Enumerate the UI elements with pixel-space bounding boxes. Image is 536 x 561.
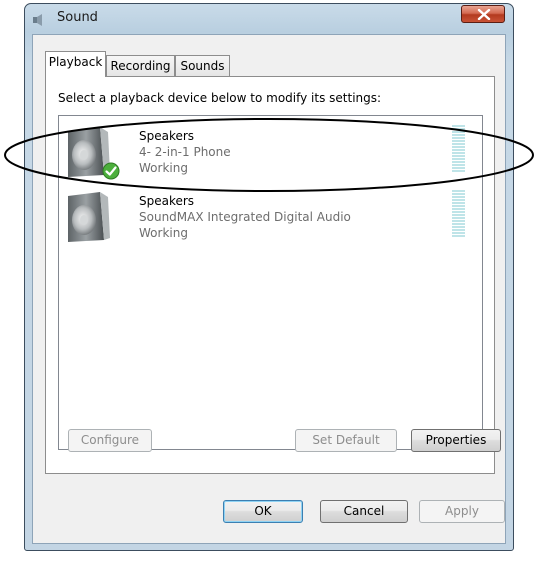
device-status: Working bbox=[139, 226, 188, 240]
device-list[interactable]: Speakers 4- 2-in-1 Phone Working Speaker… bbox=[58, 115, 483, 450]
list-item[interactable]: Speakers SoundMAX Integrated Digital Aud… bbox=[59, 187, 482, 251]
tab-recording[interactable]: Recording bbox=[106, 55, 175, 77]
device-status: Working bbox=[139, 161, 188, 175]
check-badge-icon bbox=[102, 162, 120, 180]
properties-button[interactable]: Properties bbox=[411, 429, 501, 452]
playback-panel: Select a playback device below to modify… bbox=[45, 76, 501, 474]
window-title: Sound bbox=[57, 10, 98, 25]
dialog-client-area: Playback Recording Sounds Select a playb… bbox=[32, 34, 506, 544]
apply-button[interactable]: Apply bbox=[419, 500, 505, 523]
device-text: Speakers SoundMAX Integrated Digital Aud… bbox=[139, 193, 351, 241]
sound-dialog: Sound Playback Recording Sounds Select a… bbox=[24, 3, 514, 551]
tab-sounds[interactable]: Sounds bbox=[175, 55, 230, 77]
cancel-button[interactable]: Cancel bbox=[320, 500, 408, 523]
level-meter bbox=[452, 190, 465, 240]
level-meter bbox=[452, 125, 465, 175]
speaker-icon bbox=[68, 192, 110, 242]
device-text: Speakers 4- 2-in-1 Phone Working bbox=[139, 128, 231, 176]
configure-button[interactable]: Configure bbox=[68, 429, 152, 452]
title-bar[interactable]: Sound bbox=[25, 4, 513, 34]
device-description: SoundMAX Integrated Digital Audio bbox=[139, 210, 351, 224]
set-default-button[interactable]: Set Default bbox=[295, 429, 397, 452]
tab-playback[interactable]: Playback bbox=[45, 51, 106, 77]
device-name: Speakers bbox=[139, 194, 195, 208]
list-item[interactable]: Speakers 4- 2-in-1 Phone Working bbox=[59, 122, 482, 186]
close-icon bbox=[477, 9, 491, 20]
ok-button[interactable]: OK bbox=[223, 500, 303, 523]
instruction-label: Select a playback device below to modify… bbox=[58, 91, 382, 105]
device-name: Speakers bbox=[139, 129, 195, 143]
speaker-title-icon bbox=[33, 14, 42, 26]
close-button[interactable] bbox=[461, 5, 505, 23]
device-description: 4- 2-in-1 Phone bbox=[139, 145, 231, 159]
